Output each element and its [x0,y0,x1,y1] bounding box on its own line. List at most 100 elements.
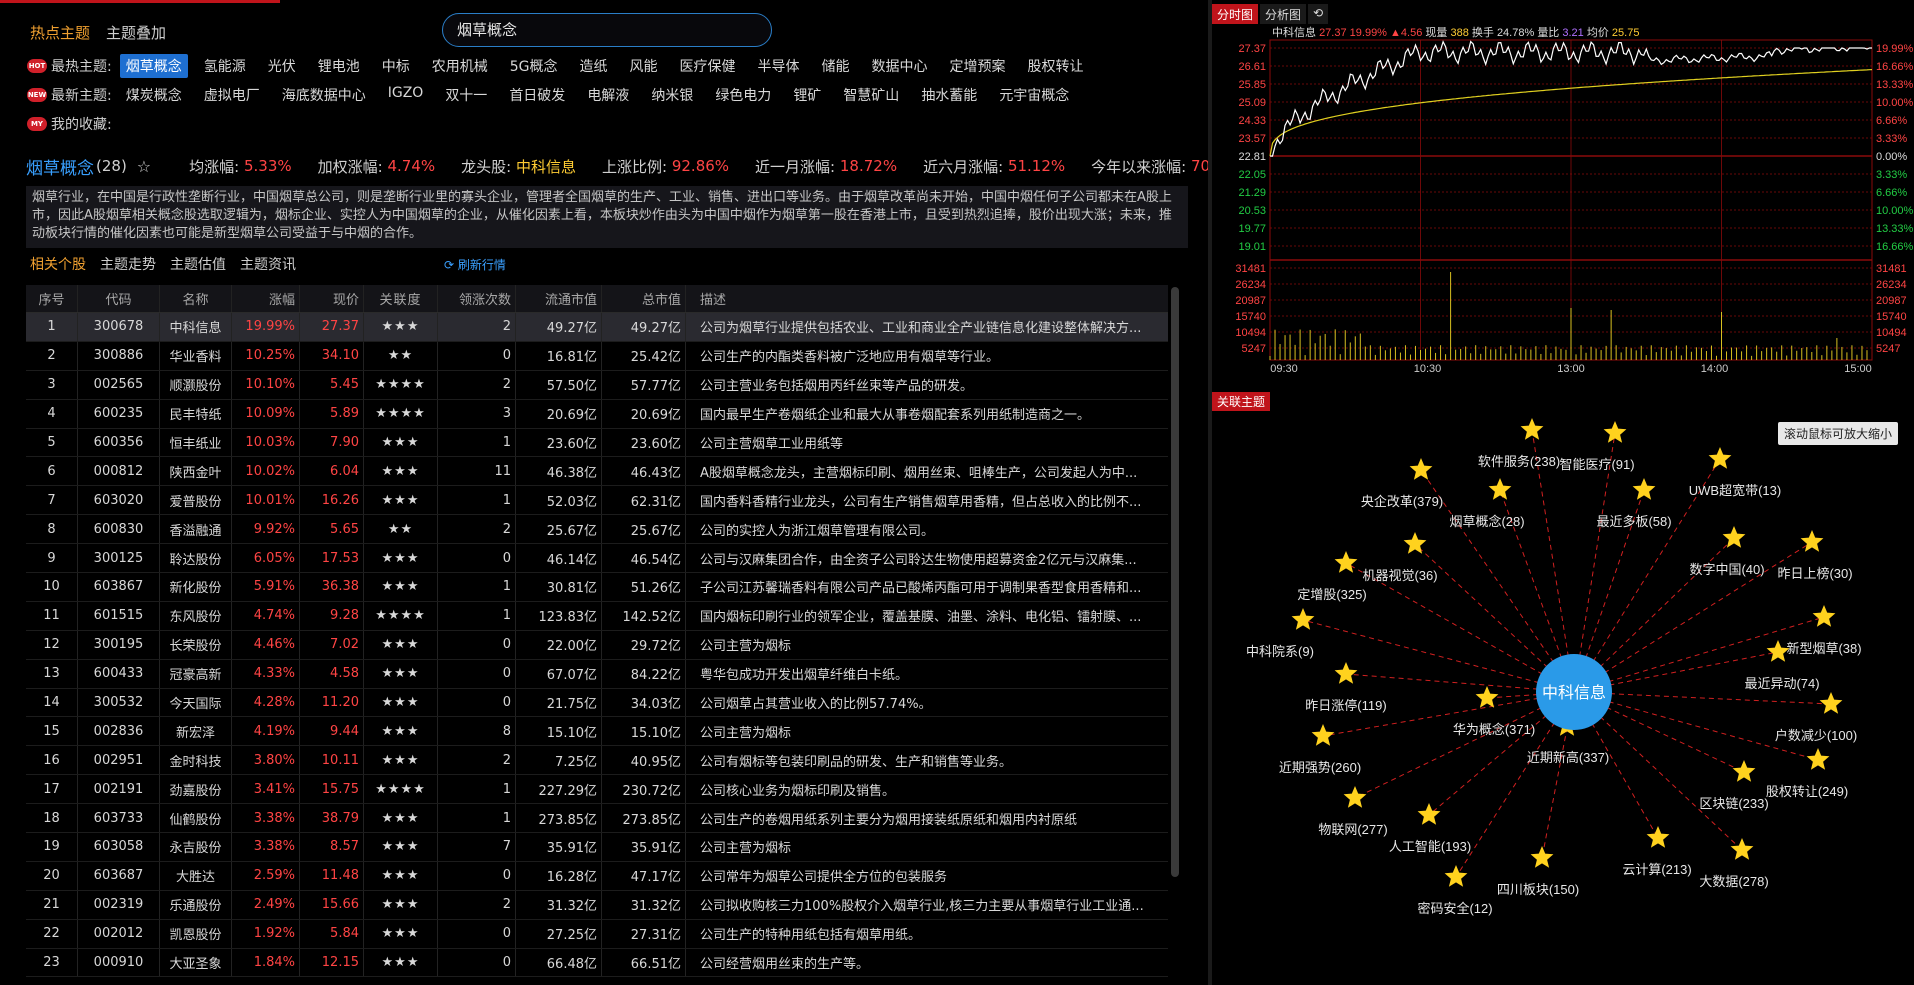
table-row[interactable]: 16 002951 金时科技 3.80% 10.11 ★★★ 2 7.25亿 40.95亿 公司有… [26,746,1168,776]
related-topic-node[interactable]: 机器视觉(36) [1362,532,1438,583]
table-row[interactable]: 12 300195 长荣股份 4.46% 7.02 ★★★ 0 22.00亿 29.72亿 公司主… [26,630,1168,660]
related-topic-node[interactable]: 户数减少(100) [1775,692,1857,743]
new-topic-tag[interactable]: 海底数据中心 [276,83,372,107]
table-row[interactable]: 1 300678 中科信息 19.99% 27.37 ★★★ 2 49.27亿 49.27亿 公司… [26,313,1168,342]
hot-topic-tag[interactable]: 5G概念 [504,54,564,78]
table-row[interactable]: 17 002191 劲嘉股份 3.41% 15.75 ★★★★ 1 227.29亿 230.72… [26,775,1168,805]
hot-topic-tag[interactable]: 医疗保健 [673,54,741,78]
history-icon[interactable]: ⟲ [1308,4,1329,24]
hot-topic-tag[interactable]: 定增预案 [943,54,1011,78]
related-topic-node[interactable]: 软件服务(238) [1478,418,1560,469]
table-row[interactable]: 23 000910 大亚圣象 1.84% 12.15 ★★★ 0 66.48亿 66.51亿 公司… [26,948,1168,978]
new-topic-tag[interactable]: 绿色电力 [709,83,777,107]
related-topic-node[interactable]: 密码安全(12) [1417,865,1493,916]
related-topic-node[interactable]: 昨日上榜(30) [1777,530,1853,581]
table-row[interactable]: 14 300532 今天国际 4.28% 11.20 ★★★ 0 21.75亿 34.03亿 公司… [26,688,1168,718]
new-topic-tag[interactable]: 锂矿 [787,83,827,107]
new-topic-tag[interactable]: 煤炭概念 [120,83,188,107]
new-topic-tag[interactable]: 元宇宙概念 [993,83,1075,107]
related-topic-node[interactable]: 最近多板(58) [1596,478,1672,529]
tab-hot-topics[interactable]: 热点主题 [30,22,90,43]
table-row[interactable]: 8 600830 香溢融通 9.92% 5.65 ★★ 2 25.67亿 25.67亿 公司的实控… [26,515,1168,545]
related-topic-node[interactable]: 云计算(213) [1622,826,1692,877]
column-header-change[interactable]: 涨幅 [232,285,300,312]
table-row[interactable]: 13 600433 冠豪高新 4.33% 4.58 ★★★ 0 67.07亿 84.22亿 粤华包… [26,659,1168,689]
search-input[interactable]: 烟草概念 [442,13,772,47]
related-topic-node[interactable]: 区块链(233) [1699,760,1769,811]
column-header-description[interactable]: 描述 [686,285,1168,312]
column-header-code[interactable]: 代码 [78,285,160,312]
column-header-name[interactable]: 名称 [160,285,232,312]
table-row[interactable]: 7 603020 爱普股份 10.01% 16.26 ★★★ 1 52.03亿 62.31亿 国内… [26,486,1168,516]
hot-topic-tag[interactable]: 烟草概念 [119,54,188,78]
column-header-index[interactable]: 序号 [26,285,78,312]
related-topic-node[interactable]: 新型烟草(38) [1786,605,1862,656]
hot-topic-tag[interactable]: 风能 [623,54,663,78]
hot-topic-tag[interactable]: 中标 [376,54,416,78]
chart-tab[interactable]: 分析图 [1260,4,1307,24]
related-topic-node[interactable]: UWB超宽带(13) [1689,447,1781,498]
detail-tab[interactable]: 相关个股 [30,254,86,274]
refresh-button[interactable]: ⟳ 刷新行情 [444,256,506,273]
table-row[interactable]: 22 002012 凯恩股份 1.92% 5.84 ★★★ 0 27.25亿 27.31亿 公司生… [26,919,1168,949]
table-row[interactable]: 2 300886 华业香料 10.25% 34.10 ★★ 0 16.81亿 25.42亿 公司生… [26,341,1168,371]
column-header-lead-count[interactable]: 领涨次数 [438,285,516,312]
new-topic-tag[interactable]: 首日破发 [503,83,571,107]
related-topic-node[interactable]: 智能医疗(91) [1559,421,1635,472]
table-row[interactable]: 11 601515 东风股份 4.74% 9.28 ★★★★ 1 123.83亿 142.52亿… [26,601,1168,631]
leader-value[interactable]: 中科信息 [516,156,576,177]
related-topic-node[interactable]: 人工智能(193) [1389,803,1471,854]
hot-topic-tag[interactable]: 造纸 [573,54,613,78]
new-topic-tag[interactable]: 智慧矿山 [837,83,905,107]
new-topic-tag[interactable]: 电解液 [581,83,635,107]
table-row[interactable]: 18 603733 仙鹤股份 3.38% 38.79 ★★★ 1 273.85亿 273.85亿… [26,804,1168,834]
column-header-relevance[interactable]: 关联度 [364,285,438,312]
table-row[interactable]: 6 000812 陕西金叶 10.02% 6.04 ★★★ 11 46.38亿 46.43亿 A股… [26,457,1168,487]
detail-tab[interactable]: 主题资讯 [240,254,296,274]
hot-topic-tag[interactable]: 股权转让 [1021,54,1089,78]
tab-topic-overlay[interactable]: 主题叠加 [106,22,166,43]
new-topic-tag[interactable]: 纳米银 [645,83,699,107]
detail-tab[interactable]: 主题走势 [100,254,156,274]
related-topics-graph[interactable]: 软件服务(238) 智能医疗(91) UWB超宽带(13) 央企改革(379) 烟草概念… [1212,410,1914,985]
hot-topic-tag[interactable]: 氢能源 [198,54,252,78]
table-row[interactable]: 4 600235 民丰特纸 10.09% 5.89 ★★★★ 3 20.69亿 20.69亿 国内… [26,399,1168,429]
chart-tab[interactable]: 分时图 [1212,4,1259,24]
hot-topic-tag[interactable]: 储能 [815,54,855,78]
intraday-chart[interactable]: 中科信息 27.37 19.99% ▲4.56 现量 388 换手 24.78%… [1212,24,1914,390]
table-scrollbar[interactable] [1171,287,1179,877]
new-topic-tag[interactable]: 虚拟电厂 [198,83,266,107]
related-topic-node[interactable]: 数字中国(40) [1689,526,1765,577]
theme-name[interactable]: 烟草概念 [26,154,94,179]
new-topic-tag[interactable]: IGZO [382,83,430,107]
favorite-star-icon[interactable]: ☆ [137,157,151,176]
new-topic-tag[interactable]: 双十一 [439,83,493,107]
column-header-float-cap[interactable]: 流通市值 [516,285,602,312]
related-topic-node[interactable]: 大数据(278) [1699,838,1769,889]
column-header-total-cap[interactable]: 总市值 [602,285,686,312]
column-header-price[interactable]: 现价 [300,285,364,312]
table-row[interactable]: 19 603058 永吉股份 3.38% 8.57 ★★★ 7 35.91亿 35.91亿 公司主… [26,833,1168,862]
related-topic-node[interactable]: 定增股(325) [1297,551,1367,602]
tab-related-topics[interactable]: 关联主题 [1212,392,1271,411]
related-topic-node[interactable]: 中科院系(9) [1246,608,1315,659]
hot-topic-tag[interactable]: 光伏 [262,54,302,78]
table-row[interactable]: 10 603867 新化股份 5.91% 36.38 ★★★ 1 30.81亿 51.26亿 子公… [26,573,1168,602]
table-row[interactable]: 15 002836 新宏泽 4.19% 9.44 ★★★ 8 15.10亿 15.10亿 公司主营… [26,717,1168,747]
table-row[interactable]: 21 002319 乐通股份 2.49% 15.66 ★★★ 2 31.32亿 31.32亿 公司… [26,890,1168,920]
table-row[interactable]: 5 600356 恒丰纸业 10.03% 7.90 ★★★ 1 23.60亿 23.60亿 公司主… [26,428,1168,458]
detail-tab[interactable]: 主题估值 [170,254,226,274]
hot-topic-tag[interactable]: 半导体 [751,54,805,78]
related-topic-node[interactable]: 昨日涨停(119) [1305,662,1387,713]
table-row[interactable]: 3 002565 顺灏股份 10.10% 5.45 ★★★★ 2 57.50亿 57.77亿 公司… [26,370,1168,400]
new-topic-tag[interactable]: 抽水蓄能 [915,83,983,107]
table-row[interactable]: 20 603687 大胜达 2.59% 11.48 ★★★ 0 16.28亿 47.17亿 公司常… [26,861,1168,891]
hot-topic-tag[interactable]: 锂电池 [312,54,366,78]
table-row[interactable]: 9 300125 聆达股份 6.05% 17.53 ★★★ 0 46.14亿 46.54亿 公司与… [26,544,1168,574]
hot-topic-tag[interactable]: 农用机械 [426,54,494,78]
hot-topic-tag[interactable]: 数据中心 [865,54,933,78]
related-topic-node[interactable]: 四川板块(150) [1497,846,1579,897]
related-topic-node[interactable]: 物联网(277) [1318,786,1388,837]
related-topic-node[interactable]: 烟草概念(28) [1449,478,1525,529]
related-topic-node[interactable]: 股权转让(249) [1766,748,1848,799]
